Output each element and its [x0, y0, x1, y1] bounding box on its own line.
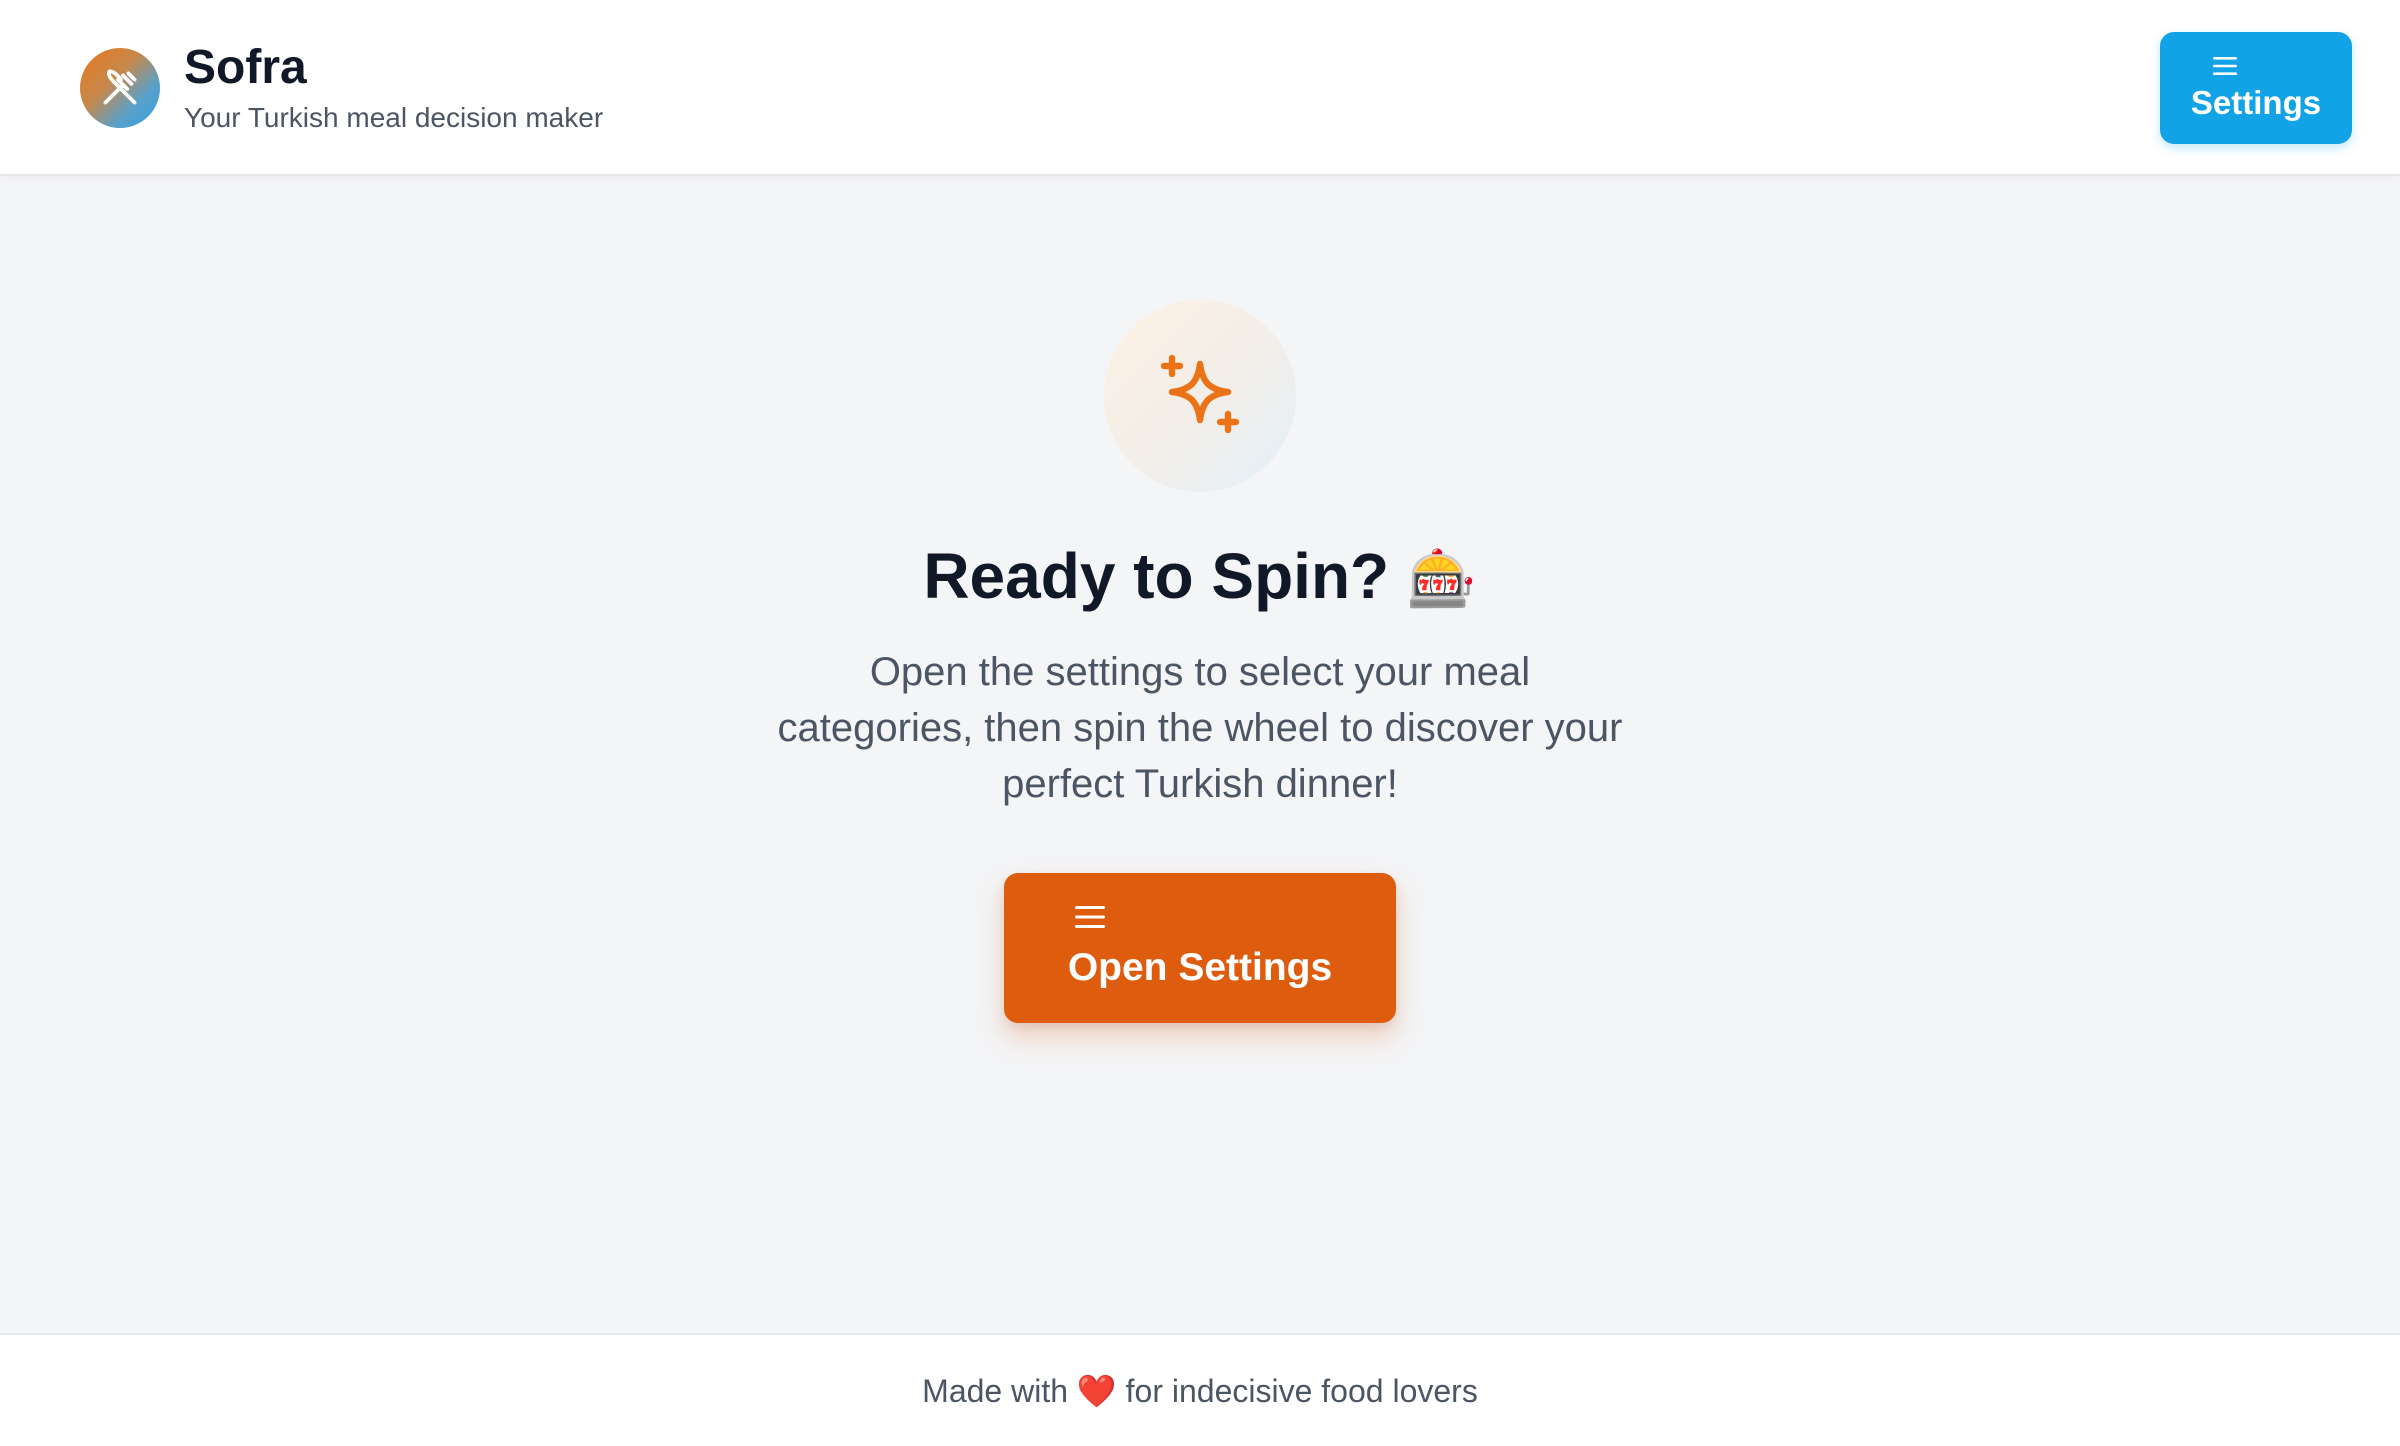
open-settings-button[interactable]: Open Settings	[1004, 873, 1396, 1023]
fork-knife-icon	[80, 48, 160, 128]
menu-icon	[2213, 57, 2237, 75]
brand: Sofra Your Turkish meal decision maker	[80, 40, 603, 136]
open-settings-label: Open Settings	[1067, 946, 1333, 989]
footer-text-before: Made with	[922, 1372, 1069, 1409]
heart-icon: ❤️	[1076, 1372, 1117, 1409]
app-header: Sofra Your Turkish meal decision maker S…	[0, 0, 2400, 176]
settings-button[interactable]: Settings	[2160, 32, 2352, 144]
menu-icon	[1075, 906, 1105, 928]
slot-machine-emoji: 🎰	[1406, 547, 1477, 610]
app-footer: Made with ❤️ for indecisive food lovers	[0, 1333, 2400, 1446]
settings-button-label: Settings	[2190, 84, 2322, 121]
footer-text-after: for indecisive food lovers	[1125, 1372, 1478, 1409]
app-subtitle: Your Turkish meal decision maker	[184, 102, 604, 133]
description-text: Open the settings to select your meal ca…	[777, 650, 1623, 806]
brand-text: Sofra Your Turkish meal decision maker	[184, 40, 603, 136]
main-content: Ready to Spin? 🎰 Open the settings to se…	[0, 178, 2400, 1333]
headline: Ready to Spin? 🎰	[0, 536, 2400, 619]
footer-text: Made with ❤️ for indecisive food lovers	[922, 1372, 1478, 1410]
headline-text: Ready to Spin?	[923, 540, 1390, 612]
app-root: Sofra Your Turkish meal decision maker S…	[0, 0, 2400, 1446]
app-title: Sofra	[184, 41, 307, 94]
sparkles-icon	[1104, 300, 1296, 492]
